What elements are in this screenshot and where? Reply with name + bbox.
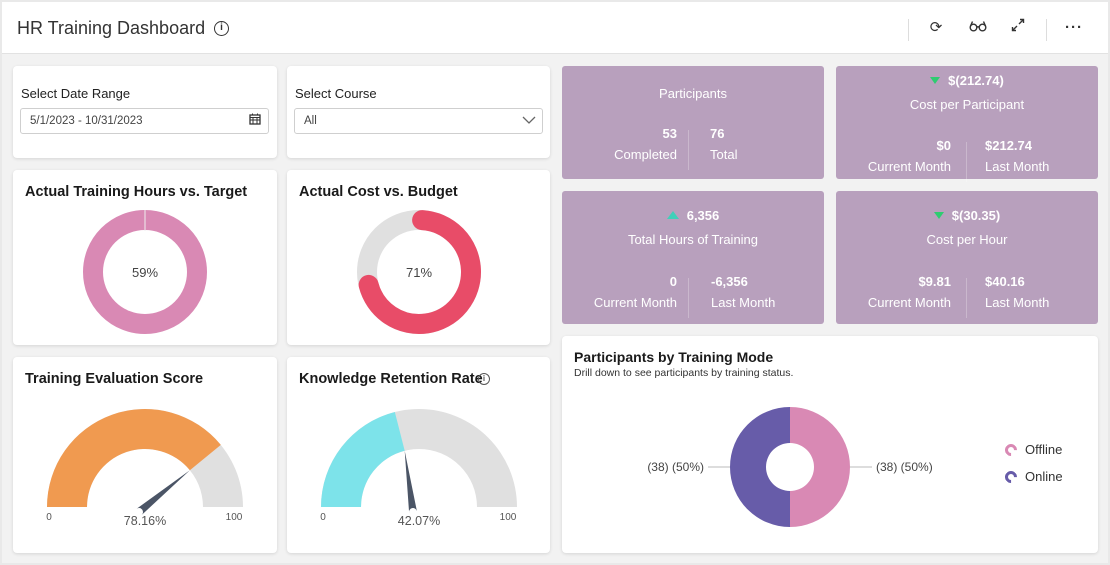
retention-fill: [321, 412, 405, 507]
pie-data-label-offline: (38) (50%): [876, 460, 933, 474]
divider: [966, 278, 967, 318]
evaluation-min: 0: [46, 512, 52, 523]
cost-budget-donut: 71%: [357, 210, 481, 334]
course-select[interactable]: All: [294, 108, 543, 134]
current-month-value: 0: [669, 274, 677, 289]
evaluation-max: 100: [226, 512, 243, 523]
retention-value: 42.07%: [398, 514, 440, 528]
legend-label: Online: [1025, 469, 1063, 484]
training-hours-card: Actual Training Hours vs. Target 59%: [13, 170, 277, 345]
kpi-total-hours[interactable]: 6,356 Total Hours of Training 0 Current …: [562, 191, 824, 324]
offline-legend-icon: [1002, 441, 1020, 459]
kpi-hours-left: 0 Current Month: [594, 274, 677, 310]
glasses-icon[interactable]: [968, 18, 988, 38]
last-month-value: $40.16: [985, 274, 1025, 289]
kpi-cpp-title: Cost per Participant: [909, 97, 1025, 112]
legend-item-offline[interactable]: Offline: [1002, 441, 1063, 459]
divider: [908, 19, 909, 41]
kpi-hours-title: Total Hours of Training: [627, 232, 759, 247]
divider: [966, 142, 967, 182]
header-bar: HR Training Dashboard i ⟳ ···: [2, 2, 1108, 54]
kpi-cost-per-participant[interactable]: $(212.74) Cost per Participant $0 Curren…: [836, 66, 1098, 182]
retention-min: 0: [320, 512, 326, 523]
evaluation-value: 78.16%: [124, 514, 166, 528]
last-month-value: -6,356: [711, 274, 748, 289]
kpi-cost-per-hour[interactable]: $(30.35) Cost per Hour $9.81 Current Mon…: [836, 191, 1098, 324]
evaluation-gauge: 0 100 78.16%: [46, 409, 243, 528]
evaluation-needle: [136, 470, 190, 516]
pie-data-label-online: (38) (50%): [647, 460, 704, 474]
kpi-hours-delta: 6,356: [562, 208, 824, 223]
date-range-filter: Select Date Range 5/1/2023 - 10/31/2023: [13, 66, 277, 158]
kpi-participants-right: 76 Total: [710, 126, 737, 162]
current-month-value: $0: [936, 138, 951, 153]
evaluation-fill: [47, 409, 221, 507]
kpi-participants-title: Participants: [659, 86, 727, 101]
participants-by-mode-card: Participants by Training Mode Drill down…: [562, 336, 1098, 553]
kpi-cph-left: $9.81 Current Month: [868, 274, 951, 310]
completed-label: Completed: [614, 147, 677, 162]
calendar-icon[interactable]: [249, 113, 261, 128]
course-filter: Select Course All: [287, 66, 550, 158]
current-month-value: $9.81: [918, 274, 951, 289]
pie-slice-offline[interactable]: [790, 407, 850, 527]
divider: [688, 278, 689, 318]
kpi-participants[interactable]: Participants 53 Completed 76 Total: [562, 66, 824, 179]
kpi-cpp-left: $0 Current Month: [868, 138, 951, 174]
cost-budget-value: 71%: [406, 265, 432, 280]
last-month-value: $212.74: [985, 138, 1032, 153]
page-title: HR Training Dashboard: [17, 18, 206, 38]
more-icon[interactable]: ···: [1064, 18, 1084, 38]
date-range-label: Select Date Range: [21, 86, 131, 101]
pie-slice-online[interactable]: [730, 407, 790, 527]
course-value: All: [304, 115, 317, 127]
legend-label: Offline: [1025, 442, 1063, 457]
refresh-icon[interactable]: ⟳: [926, 18, 946, 38]
divider: [1046, 19, 1047, 41]
trend-up-icon: [666, 211, 679, 219]
last-month-label: Last Month: [711, 295, 776, 310]
chevron-down-icon[interactable]: [522, 115, 536, 128]
retention-max: 100: [500, 512, 517, 523]
current-month-label: Current Month: [867, 159, 951, 174]
current-month-label: Current Month: [867, 295, 951, 310]
delta-value: $(212.74): [948, 73, 1004, 88]
evaluation-card: Training Evaluation Score 0 100 78.16%: [13, 357, 277, 553]
trend-down-icon: [930, 77, 941, 84]
legend-item-online[interactable]: Online: [1002, 468, 1063, 486]
dashboard: HR Training Dashboard i ⟳ ··· Select Dat…: [2, 2, 1108, 563]
training-hours-donut: 59%: [83, 210, 207, 334]
retention-card: Knowledge Retention Rate i 0 100 42.07%: [287, 357, 550, 553]
cost-budget-card: Actual Cost vs. Budget 71%: [287, 170, 550, 345]
kpi-hours-right: -6,356 Last Month: [711, 274, 775, 310]
kpi-cpp-delta: $(212.74): [836, 73, 1098, 88]
trend-down-icon: [933, 212, 944, 219]
current-month-label: Current Month: [593, 295, 677, 310]
completed-value: 53: [662, 126, 677, 141]
course-label: Select Course: [295, 86, 377, 101]
total-value: 76: [710, 126, 725, 141]
retention-needle: [404, 450, 417, 513]
expand-icon[interactable]: [1008, 18, 1028, 38]
online-legend-icon: [1002, 468, 1020, 486]
kpi-cpp-right: $212.74 Last Month: [985, 138, 1049, 174]
total-label: Total: [710, 147, 738, 162]
kpi-cph-delta: $(30.35): [836, 208, 1098, 223]
last-month-label: Last Month: [985, 295, 1050, 310]
last-month-label: Last Month: [985, 159, 1050, 174]
info-icon[interactable]: i: [214, 21, 229, 36]
kpi-cph-title: Cost per Hour: [926, 232, 1008, 247]
date-range-input[interactable]: 5/1/2023 - 10/31/2023: [20, 108, 269, 134]
delta-value: $(30.35): [951, 208, 1001, 223]
date-range-value: 5/1/2023 - 10/31/2023: [30, 115, 143, 127]
kpi-participants-left: 53 Completed: [614, 126, 677, 162]
divider: [688, 130, 689, 170]
kpi-cph-right: $40.16 Last Month: [985, 274, 1049, 310]
delta-value: 6,356: [686, 208, 720, 223]
training-hours-value: 59%: [132, 265, 158, 280]
retention-gauge: 0 100 42.07%: [320, 409, 517, 528]
